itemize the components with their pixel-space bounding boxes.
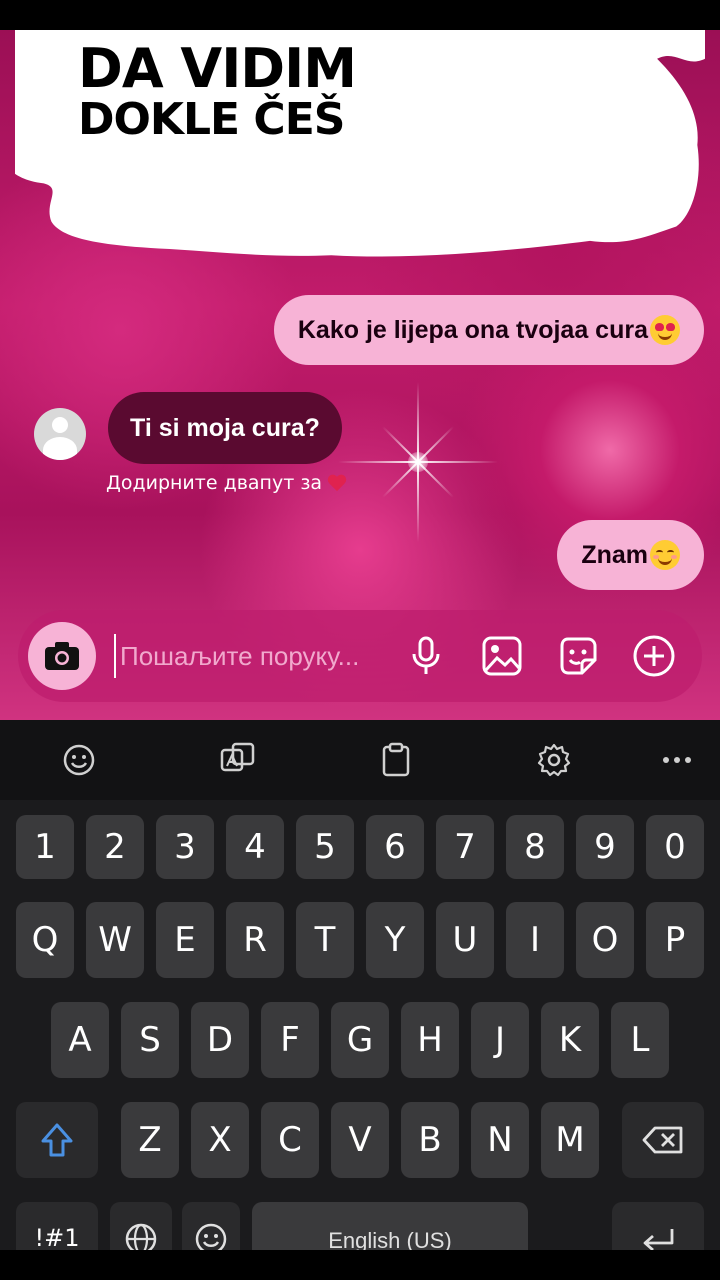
screen: DA VIDIM DOKLE ČEŠ Kako je lijepa ona tv… [0,30,720,1250]
key-5[interactable]: 5 [296,815,354,879]
key-i[interactable]: I [506,902,564,978]
key-s[interactable]: S [121,1002,179,1078]
key-v[interactable]: V [331,1102,389,1178]
key-w[interactable]: W [86,902,144,978]
hint-text: Додирните двапут за [106,472,323,494]
key-h[interactable]: H [401,1002,459,1078]
translate-icon[interactable] [216,738,260,782]
key-l[interactable]: L [611,1002,669,1078]
key-n[interactable]: N [471,1102,529,1178]
key-z[interactable]: Z [121,1102,179,1178]
outgoing-message[interactable]: Znam [557,520,704,590]
key-g[interactable]: G [331,1002,389,1078]
overlay-line-2: DOKLE ČEŠ [78,94,345,145]
incoming-message[interactable]: Ti si moja cura? [108,392,342,464]
double-tap-hint: Додирните двапут за [106,472,346,494]
key-4[interactable]: 4 [226,815,284,879]
message-composer [18,610,702,702]
enter-icon [643,1229,674,1250]
key-9[interactable]: 9 [576,815,634,879]
gallery-button[interactable] [480,634,524,678]
emoji-icon [195,1223,227,1250]
key-e[interactable]: E [156,902,214,978]
keyboard-toolbar [0,720,720,800]
message-text: Znam [581,540,648,569]
message-text: Ti si moja cura? [130,413,320,442]
smiling-blush-emoji-icon [650,540,680,570]
plus-icon [633,635,675,677]
key-r[interactable]: R [226,902,284,978]
avatar[interactable] [34,408,86,460]
shift-icon [41,1123,73,1157]
overlay-caption: DA VIDIM DOKLE ČEŠ [78,37,357,145]
backspace-key[interactable] [622,1102,704,1178]
camera-button[interactable] [28,622,96,690]
shift-key[interactable] [16,1102,98,1178]
backspace-icon [642,1126,683,1154]
language-key[interactable] [110,1202,172,1250]
key-2[interactable]: 2 [86,815,144,879]
key-c[interactable]: C [261,1102,319,1178]
key-p[interactable]: P [646,902,704,978]
outgoing-message[interactable]: Kako je lijepa ona tvojaa cura [273,295,704,365]
key-b[interactable]: B [401,1102,459,1178]
space-bar[interactable]: English (US) [252,1202,528,1250]
emoji-key[interactable] [182,1202,240,1250]
settings-icon[interactable] [532,738,576,782]
keyboard: 1 2 3 4 5 6 7 8 9 0 Q W E R T Y U I O P … [0,720,720,1250]
globe-icon [125,1223,157,1250]
key-t[interactable]: T [296,902,354,978]
plus-button[interactable] [632,634,676,678]
more-icon[interactable] [655,738,699,782]
key-8[interactable]: 8 [506,815,564,879]
key-m[interactable]: M [541,1102,599,1178]
emoji-icon[interactable] [57,738,101,782]
key-y[interactable]: Y [366,902,424,978]
key-q[interactable]: Q [16,902,74,978]
key-u[interactable]: U [436,902,494,978]
enter-key[interactable] [612,1202,704,1250]
key-3[interactable]: 3 [156,815,214,879]
message-text: Kako je lijepa ona tvojaa cura [297,315,648,344]
key-x[interactable]: X [191,1102,249,1178]
key-6[interactable]: 6 [366,815,424,879]
heart-eyes-emoji-icon [650,315,680,345]
key-j[interactable]: J [471,1002,529,1078]
key-f[interactable]: F [261,1002,319,1078]
heart-icon [328,475,346,491]
image-icon [482,636,522,676]
clipboard-icon[interactable] [374,738,418,782]
microphone-button[interactable] [404,634,448,678]
key-a[interactable]: A [51,1002,109,1078]
camera-icon [45,642,79,670]
overlay-line-1: DA VIDIM [78,37,357,100]
symbols-key[interactable]: !#1 [16,1202,98,1250]
key-k[interactable]: K [541,1002,599,1078]
key-7[interactable]: 7 [436,815,494,879]
microphone-icon [412,636,440,674]
key-0[interactable]: 0 [646,815,704,879]
key-o[interactable]: O [576,902,634,978]
sticker-icon [560,637,597,675]
key-1[interactable]: 1 [16,815,74,879]
sticker-button[interactable] [556,634,600,678]
message-input[interactable] [114,634,400,678]
key-d[interactable]: D [191,1002,249,1078]
